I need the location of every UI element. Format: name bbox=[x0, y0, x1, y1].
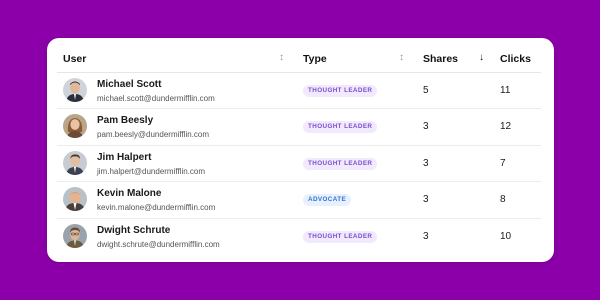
avatar bbox=[63, 114, 87, 139]
avatar bbox=[63, 78, 87, 102]
shares-value: 3 bbox=[423, 157, 429, 169]
clicks-value: 10 bbox=[500, 230, 512, 242]
clicks-value: 8 bbox=[500, 194, 506, 206]
shares-value: 3 bbox=[423, 194, 429, 206]
user-name: Kevin Malone bbox=[97, 188, 162, 200]
column-header-clicks[interactable]: Clicks bbox=[500, 53, 531, 65]
clicks-value: 11 bbox=[500, 85, 511, 96]
sort-user-icon[interactable]: ↕ bbox=[279, 52, 284, 64]
table-row[interactable]: Michael Scott michael.scott@dundermiffli… bbox=[57, 73, 541, 110]
clicks-value: 12 bbox=[500, 121, 512, 133]
type-badge: THOUGHT LEADER bbox=[303, 121, 378, 134]
user-name: Dwight Schrute bbox=[97, 224, 171, 236]
clicks-value: 7 bbox=[500, 157, 506, 169]
type-badge: THOUGHT LEADER bbox=[303, 157, 378, 170]
shares-value: 5 bbox=[423, 85, 429, 96]
sort-type-icon[interactable]: ↕ bbox=[399, 52, 404, 64]
users-table-card: User ↕ Type ↕ Shares ↓ Clicks Michael Sc… bbox=[47, 38, 554, 262]
user-email: pam.beesly@dundermifflin.com bbox=[97, 130, 210, 140]
shares-value: 3 bbox=[423, 121, 429, 133]
shares-value: 3 bbox=[423, 230, 429, 242]
user-email: jim.halpert@dundermifflin.com bbox=[97, 166, 206, 176]
user-email: kevin.malone@dundermifflin.com bbox=[97, 203, 216, 213]
table-row[interactable]: Kevin Malone kevin.malone@dundermifflin.… bbox=[57, 182, 541, 219]
table-row[interactable]: Dwight Schrute dwight.schrute@dundermiff… bbox=[57, 219, 541, 254]
avatar bbox=[63, 223, 87, 248]
user-email: michael.scott@dundermifflin.com bbox=[97, 94, 215, 103]
avatar bbox=[63, 187, 87, 212]
user-email: dwight.schrute@dundermifflin.com bbox=[97, 239, 220, 249]
users-table: User ↕ Type ↕ Shares ↓ Clicks Michael Sc… bbox=[57, 46, 541, 254]
sort-shares-desc-icon[interactable]: ↓ bbox=[479, 52, 484, 64]
avatar bbox=[63, 150, 87, 175]
table-row[interactable]: Pam Beesly pam.beesly@dundermifflin.com … bbox=[57, 109, 541, 146]
column-header-type[interactable]: Type bbox=[303, 53, 327, 65]
type-badge: THOUGHT LEADER bbox=[303, 85, 378, 97]
user-name: Pam Beesly bbox=[97, 115, 154, 127]
column-header-user[interactable]: User bbox=[63, 53, 86, 65]
type-badge: THOUGHT LEADER bbox=[303, 230, 378, 243]
user-name: Michael Scott bbox=[97, 79, 162, 90]
type-badge: ADVOCATE bbox=[303, 194, 352, 207]
table-header: User ↕ Type ↕ Shares ↓ Clicks bbox=[57, 46, 541, 73]
user-name: Jim Halpert bbox=[97, 151, 152, 163]
table-row[interactable]: Jim Halpert jim.halpert@dundermifflin.co… bbox=[57, 146, 541, 183]
column-header-shares[interactable]: Shares bbox=[423, 53, 458, 65]
